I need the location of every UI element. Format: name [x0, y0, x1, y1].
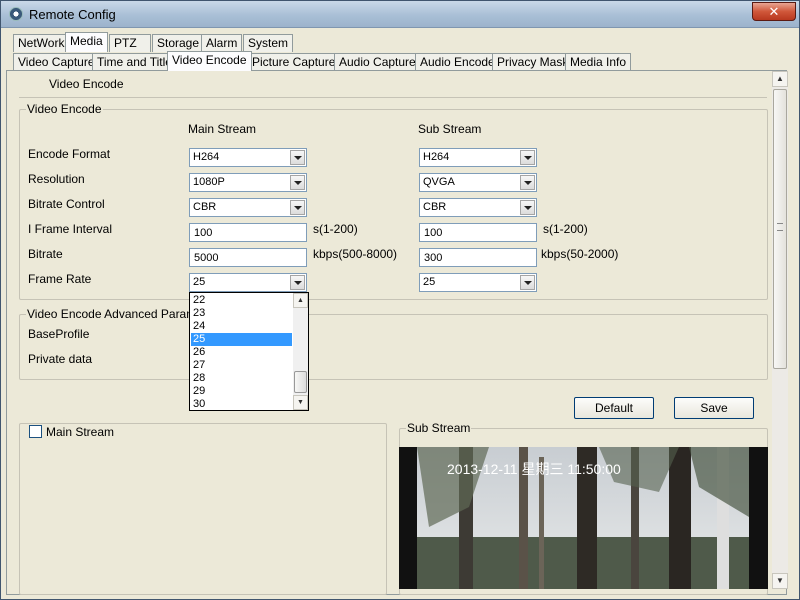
subtab-time-and-title[interactable]: Time and Title	[92, 53, 177, 70]
dropdown-scroll-down-icon[interactable]: ▼	[293, 395, 308, 410]
main-stream-preview-group	[19, 423, 387, 595]
chevron-down-icon[interactable]	[290, 275, 305, 290]
dropdown-option-23[interactable]: 23	[191, 307, 292, 320]
video-encode-group-title: Video Encode	[27, 102, 102, 116]
dropdown-option-24[interactable]: 24	[191, 320, 292, 333]
main-bitrate-input[interactable]: 5000	[189, 248, 307, 267]
combo-value: CBR	[423, 201, 447, 213]
subtab-media-info[interactable]: Media Info	[565, 53, 632, 70]
iframe-interval-label: I Frame Interval	[28, 222, 113, 236]
main-iframe-interval-input[interactable]: 100	[189, 223, 307, 242]
base-profile-label: BaseProfile	[28, 327, 90, 341]
dropdown-scroll-thumb[interactable]	[294, 371, 307, 393]
main-iframe-interval-hint: s(1-200)	[313, 222, 358, 236]
bitrate-control-label: Bitrate Control	[28, 197, 105, 211]
page-heading: Video Encode	[49, 77, 124, 91]
tab-alarm[interactable]: Alarm	[201, 34, 243, 52]
frame-rate-dropdown-list[interactable]: 22 23 24 25 26 27 28 29 30 ▲ ▼	[189, 292, 309, 411]
sub-resolution-select[interactable]: QVGA	[419, 173, 537, 192]
content-scrollbar[interactable]: ▲ ▼	[772, 71, 788, 589]
video-osd-timestamp: 2013-12-11 星期三 11:50:00	[447, 461, 621, 477]
tab-network[interactable]: NetWork	[13, 34, 70, 52]
scroll-thumb[interactable]	[773, 89, 787, 369]
chevron-down-icon[interactable]	[290, 150, 305, 165]
chevron-down-icon[interactable]	[520, 150, 535, 165]
combo-value: 25	[423, 276, 436, 288]
sub-stream-header: Sub Stream	[418, 122, 482, 136]
sub-encode-format-select[interactable]: H264	[419, 148, 537, 167]
title-bar[interactable]: Remote Config ✕	[1, 1, 799, 28]
close-button[interactable]: ✕	[752, 2, 796, 21]
tab-system[interactable]: System	[243, 34, 294, 52]
main-frame-rate-select[interactable]: 25	[189, 273, 307, 292]
chevron-down-icon[interactable]	[290, 200, 305, 215]
dropdown-option-26[interactable]: 26	[191, 346, 292, 359]
subtab-audio-capture[interactable]: Audio Capture	[334, 53, 421, 70]
sub-iframe-interval-hint: s(1-200)	[543, 222, 588, 236]
main-stream-preview-label: Main Stream	[46, 425, 115, 439]
dropdown-option-29[interactable]: 29	[191, 385, 292, 398]
camera-icon	[9, 7, 23, 21]
main-stream-checkbox[interactable]	[29, 425, 42, 438]
combo-value: 25	[193, 276, 206, 288]
sub-frame-rate-select[interactable]: 25	[419, 273, 537, 292]
combo-value: CBR	[193, 201, 217, 213]
main-stream-header: Main Stream	[188, 122, 257, 136]
sub-stream-preview-label: Sub Stream	[407, 421, 471, 435]
save-button[interactable]: Save	[674, 397, 754, 419]
chevron-down-icon[interactable]	[520, 200, 535, 215]
scroll-down-icon[interactable]: ▼	[772, 573, 788, 589]
chevron-down-icon[interactable]	[520, 275, 535, 290]
dropdown-scrollbar[interactable]: ▲ ▼	[293, 293, 308, 410]
dropdown-option-27[interactable]: 27	[191, 359, 292, 372]
subtab-video-capture[interactable]: Video Capture	[13, 53, 100, 70]
tab-ptz[interactable]: PTZ	[109, 34, 151, 52]
private-data-label: Private data	[28, 352, 93, 366]
subtab-privacy-mask[interactable]: Privacy Mask	[492, 53, 574, 70]
heading-divider	[19, 97, 767, 98]
default-button[interactable]: Default	[574, 397, 654, 419]
sub-bitrate-hint: kbps(50-2000)	[541, 247, 619, 261]
main-bitrate-hint: kbps(500-8000)	[313, 247, 398, 261]
dropdown-option-28[interactable]: 28	[191, 372, 292, 385]
window-title: Remote Config	[29, 7, 116, 22]
scroll-up-icon[interactable]: ▲	[772, 71, 788, 87]
encode-format-label: Encode Format	[28, 147, 111, 161]
main-bitrate-control-select[interactable]: CBR	[189, 198, 307, 217]
combo-value: QVGA	[423, 176, 455, 188]
sub-bitrate-input[interactable]: 300	[419, 248, 537, 267]
combo-value: 1080P	[193, 176, 225, 188]
video-encode-group: Video Encode	[19, 102, 768, 300]
resolution-label: Resolution	[28, 172, 85, 186]
dropdown-option-22[interactable]: 22	[191, 294, 292, 307]
subtab-video-encode[interactable]: Video Encode	[167, 51, 252, 71]
sub-bitrate-control-select[interactable]: CBR	[419, 198, 537, 217]
advanced-params-group: Video Encode Advanced Paramete	[19, 307, 768, 380]
sub-iframe-interval-input[interactable]: 100	[419, 223, 537, 242]
dropdown-option-25[interactable]: 25	[191, 333, 292, 346]
dropdown-scroll-up-icon[interactable]: ▲	[293, 293, 308, 308]
grip-icon	[777, 223, 783, 231]
dropdown-option-30[interactable]: 30	[191, 398, 292, 411]
remote-config-window: Remote Config ✕ NetWork Media PTZ Storag…	[0, 0, 800, 600]
main-encode-format-select[interactable]: H264	[189, 148, 307, 167]
subtab-audio-encode[interactable]: Audio Encode	[415, 53, 500, 70]
combo-value: H264	[193, 151, 220, 163]
chevron-down-icon[interactable]	[290, 175, 305, 190]
tab-storage[interactable]: Storage	[152, 34, 205, 52]
advanced-params-group-title: Video Encode Advanced Paramete	[27, 307, 213, 321]
bitrate-label: Bitrate	[28, 247, 63, 261]
frame-rate-label: Frame Rate	[28, 272, 92, 286]
main-resolution-select[interactable]: 1080P	[189, 173, 307, 192]
tab-media[interactable]: Media	[65, 32, 108, 52]
combo-value: H264	[423, 151, 450, 163]
subtab-picture-capture[interactable]: Picture Capture	[247, 53, 341, 70]
chevron-down-icon[interactable]	[520, 175, 535, 190]
sub-stream-video[interactable]: 2013-12-11 星期三 11:50:00	[399, 447, 768, 589]
